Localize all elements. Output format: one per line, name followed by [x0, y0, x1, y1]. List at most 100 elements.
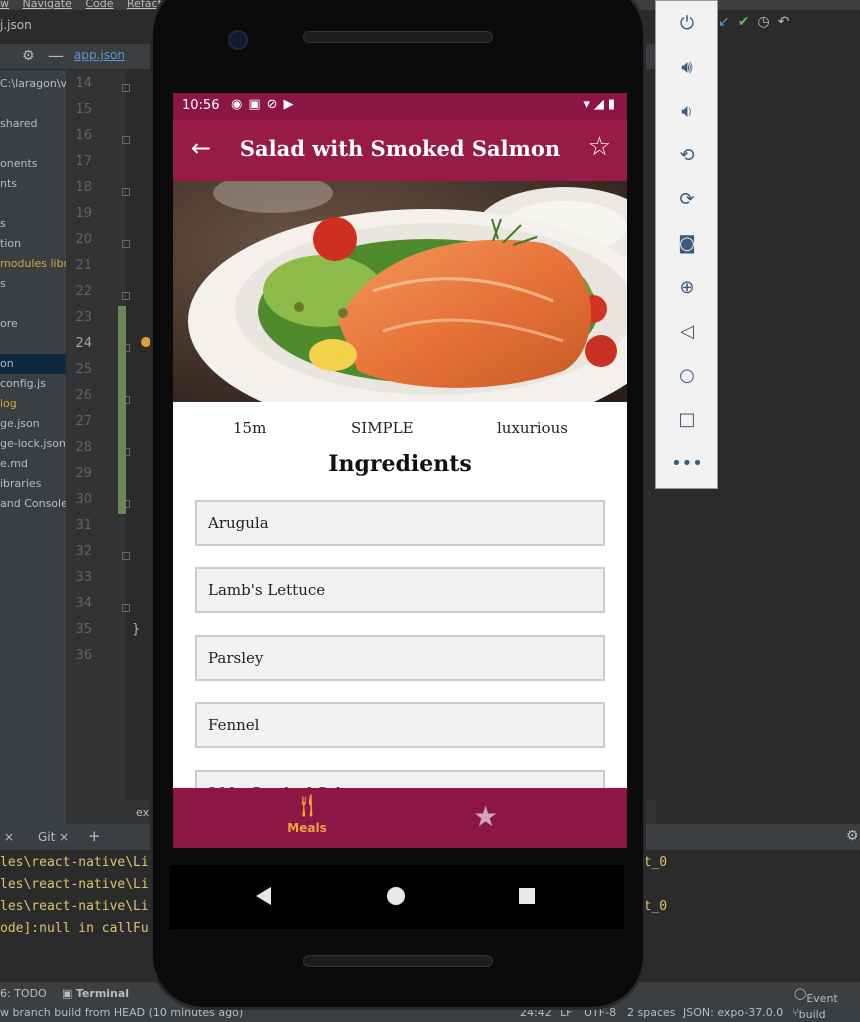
- line-number: 30: [75, 492, 92, 507]
- meal-details: 15m SIMPLE luxurious: [173, 411, 627, 441]
- project-tree: C:\laragon\v shared onents nts s tion modules …: [0, 74, 66, 514]
- status-time: 10:56: [182, 98, 220, 113]
- tree-item[interactable]: on: [0, 354, 66, 374]
- update-icon[interactable]: ↙: [718, 14, 730, 30]
- overview-icon[interactable]: □: [656, 397, 718, 441]
- terminal-line: ode]:null in callFu: [0, 921, 149, 936]
- tree-item[interactable]: [0, 194, 66, 214]
- line-number: 21: [75, 258, 92, 273]
- tree-item[interactable]: and Console: [0, 494, 66, 514]
- tab-app-json[interactable]: app.json: [74, 48, 125, 62]
- fold-marker-icon[interactable]: [122, 136, 130, 144]
- status-vcs-label: build: [798, 1008, 826, 1021]
- line-number: 22: [75, 284, 92, 299]
- camera-icon[interactable]: ◙: [656, 221, 718, 265]
- tool-terminal-label: Terminal: [75, 987, 130, 1000]
- fold-marker-icon[interactable]: [122, 84, 130, 92]
- back-icon[interactable]: ◁: [656, 309, 718, 353]
- device-status-bar: 10:56 ◉▣⊘▶ ▾◢▮: [173, 93, 627, 120]
- status-indent[interactable]: 2 spaces: [627, 1006, 676, 1019]
- tree-item[interactable]: ibraries: [0, 474, 66, 494]
- nav-recents-icon[interactable]: [519, 888, 535, 904]
- tree-item[interactable]: [0, 334, 66, 354]
- history-icon[interactable]: ◷: [757, 14, 769, 30]
- home-icon[interactable]: ○: [656, 353, 718, 397]
- front-camera: [228, 30, 248, 50]
- tree-item[interactable]: e.md: [0, 454, 66, 474]
- volume-down-icon[interactable]: 🔉︎: [656, 89, 718, 133]
- line-number: 20: [75, 232, 92, 247]
- fold-marker-icon[interactable]: [122, 604, 130, 612]
- tool-todo[interactable]: 6: TODO: [0, 987, 47, 1000]
- line-number: 34: [75, 596, 92, 611]
- tab-git[interactable]: Git ×: [38, 830, 69, 844]
- tree-item[interactable]: s: [0, 274, 66, 294]
- nav-back-icon[interactable]: [256, 887, 271, 905]
- tree-item[interactable]: nts: [0, 174, 66, 194]
- restaurant-icon: 🍴︎: [293, 794, 321, 819]
- line-number: 28: [75, 440, 92, 455]
- line-number: 23: [75, 310, 92, 325]
- breadcrumb[interactable]: j.json: [0, 18, 32, 32]
- line-number: 24: [75, 336, 92, 351]
- status-vcs[interactable]: ⑂ build: [792, 1006, 826, 1021]
- fold-marker-icon[interactable]: [122, 292, 130, 300]
- nav-home-icon[interactable]: [387, 887, 405, 905]
- power-icon[interactable]: ⏻: [656, 1, 718, 45]
- notification-icons: ◉▣⊘▶: [231, 97, 300, 112]
- tree-item[interactable]: [0, 134, 66, 154]
- fold-marker-icon[interactable]: [122, 240, 130, 248]
- tree-item[interactable]: tion: [0, 234, 66, 254]
- project-sidebar: ⚙ — C:\laragon\v shared onents nts s tion modu…: [0, 44, 66, 824]
- android-nav-bar: [170, 865, 624, 929]
- tree-item[interactable]: ge.json: [0, 414, 66, 434]
- tree-item[interactable]: log: [0, 394, 66, 414]
- tool-terminal[interactable]: ▣ Terminal: [62, 987, 129, 1000]
- menu-item-code[interactable]: Code: [85, 0, 113, 10]
- tree-item[interactable]: C:\laragon\v: [0, 74, 66, 94]
- rotate-right-icon[interactable]: ⟳: [656, 177, 718, 221]
- line-number: 19: [75, 206, 92, 221]
- volume-up-icon[interactable]: 🔊︎: [656, 45, 718, 89]
- tree-item[interactable]: [0, 294, 66, 314]
- star-outline-icon[interactable]: ☆: [588, 132, 611, 162]
- tree-item[interactable]: s: [0, 214, 66, 234]
- rotate-left-icon[interactable]: ⟲: [656, 133, 718, 177]
- more-icon[interactable]: •••: [656, 441, 718, 485]
- tool-event-log[interactable]: ◯ Event Log: [794, 987, 838, 1018]
- collapse-icon[interactable]: —: [48, 46, 64, 65]
- list-item: Fennel: [195, 702, 605, 748]
- fold-marker-icon[interactable]: [122, 552, 130, 560]
- close-icon[interactable]: ×: [4, 830, 14, 844]
- menu-item-navigate[interactable]: Navigate: [23, 0, 72, 10]
- gear-icon[interactable]: ⚙: [846, 828, 859, 844]
- new-terminal-button[interactable]: +: [88, 827, 101, 845]
- commit-icon[interactable]: ✔: [738, 14, 750, 30]
- undo-icon[interactable]: ↶: [778, 14, 790, 30]
- meal-duration: 15m: [233, 419, 267, 437]
- line-number: 29: [75, 466, 92, 481]
- line-number: 26: [75, 388, 92, 403]
- tree-item[interactable]: modules libr: [0, 254, 66, 274]
- tab-git-label: Git: [38, 830, 56, 844]
- speaker-grille: [303, 955, 493, 967]
- code-text: }: [132, 622, 141, 637]
- tree-item[interactable]: config.js: [0, 374, 66, 394]
- breadcrumb-footer[interactable]: ex: [136, 806, 149, 819]
- tree-item[interactable]: onents: [0, 154, 66, 174]
- star-icon[interactable]: ★: [473, 800, 498, 833]
- tab-meals[interactable]: 🍴︎ Meals: [273, 794, 341, 835]
- tree-item[interactable]: shared: [0, 114, 66, 134]
- gear-icon[interactable]: ⚙: [22, 48, 35, 64]
- line-number: 25: [75, 362, 92, 377]
- tab-meals-label: Meals: [287, 821, 327, 835]
- status-schema[interactable]: JSON: expo-37.0.0: [683, 1006, 783, 1019]
- line-number: 14: [75, 76, 92, 91]
- menu-item-view[interactable]: w: [0, 0, 9, 10]
- tree-item[interactable]: ore: [0, 314, 66, 334]
- tree-item[interactable]: ge-lock.json: [0, 434, 66, 454]
- fold-marker-icon[interactable]: [122, 188, 130, 196]
- tree-item[interactable]: [0, 94, 66, 114]
- zoom-icon[interactable]: ⊕: [656, 265, 718, 309]
- terminal-line: les\react-native\Li: [0, 877, 149, 892]
